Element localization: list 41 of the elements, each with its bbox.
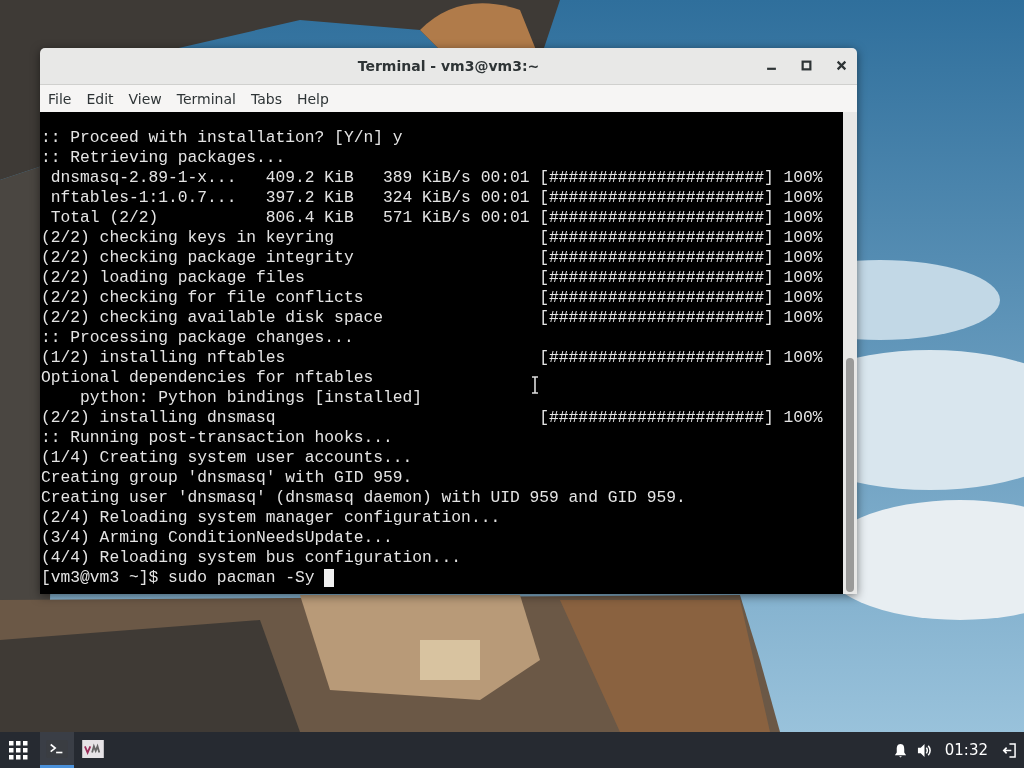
- menu-item[interactable]: Tabs: [250, 90, 288, 107]
- terminal-line: (1/2) installing nftables [######################] 100%: [41, 348, 823, 368]
- terminal-line: nftables-1:1.0.7... 397.2 KiB 324 KiB/s 00:01 [######################] 100%: [49, 188, 823, 208]
- close-icon[interactable]: [836, 60, 847, 71]
- terminal-line: :: Retrieving packages...: [41, 148, 286, 168]
- terminal-line: (2/2) checking package integrity [######################] 100%: [41, 248, 823, 268]
- terminal-line: (2/2) checking keys in keyring [######################] 100%: [41, 228, 823, 248]
- terminal-line: :: Running post-transaction hooks...: [41, 428, 393, 448]
- terminal-line: (3/4) Arming ConditionNeedsUpdate...: [41, 528, 393, 548]
- terminal-line: (1/4) Creating system user accounts...: [41, 448, 413, 468]
- terminal-line: (2/2) checking for file conflicts [######################] 100%: [41, 288, 823, 308]
- text-cursor-icon: [531, 376, 539, 394]
- terminal-line: python: Python bindings [installed]: [79, 388, 423, 408]
- terminal-line: Optional dependencies for nftables: [41, 368, 374, 388]
- terminal-line: Creating group 'dnsmasq' with GID 959.: [41, 468, 413, 488]
- terminal-line: (2/2) checking available disk space [######################] 100%: [41, 308, 823, 328]
- terminal-line: Creating user 'dnsmasq' (dnsmasq daemon) with UID 959 and GID 959.: [41, 488, 686, 508]
- scrollbar[interactable]: [843, 112, 857, 594]
- menu-item[interactable]: View: [128, 90, 168, 107]
- app-grid-icon[interactable]: [8, 740, 28, 760]
- terminal-line: :: Proceed with installation? [Y/n] y: [41, 128, 403, 148]
- app-logo-icon[interactable]: [82, 739, 104, 758]
- terminal-line: (2/4) Reloading system manager configuration...: [41, 508, 501, 528]
- terminal-prompt: [vm3@vm3 ~]$ sudo pacman -Sy: [41, 568, 316, 588]
- terminal-line: :: Processing package changes...: [41, 328, 354, 348]
- terminal-line: (4/4) Reloading system bus configuration...: [41, 548, 462, 568]
- scrollbar-thumb[interactable]: [846, 358, 854, 592]
- bell-icon[interactable]: [892, 742, 908, 758]
- logout-icon[interactable]: [1001, 742, 1016, 758]
- menu-item[interactable]: Edit: [86, 90, 120, 107]
- maximize-icon[interactable]: [801, 60, 812, 71]
- menu-item[interactable]: File: [48, 90, 78, 107]
- window-title: Terminal - vm3@vm3:~: [357, 58, 540, 74]
- terminal-line: (2/2) loading package files [######################] 100%: [41, 268, 823, 288]
- clock[interactable]: 01:32: [944, 741, 988, 759]
- terminal-line: dnsmasq-2.89-1-x... 409.2 KiB 389 KiB/s 00:01 [######################] 100%: [49, 168, 823, 188]
- menu-item[interactable]: Terminal: [176, 90, 242, 107]
- terminal-line: (2/2) installing dnsmasq [######################] 100%: [41, 408, 823, 428]
- terminal-line: Total (2/2) 806.4 KiB 571 KiB/s 00:01 [######################] 100%: [49, 208, 823, 228]
- speaker-icon[interactable]: [916, 742, 932, 758]
- menu-item[interactable]: Help: [296, 90, 335, 107]
